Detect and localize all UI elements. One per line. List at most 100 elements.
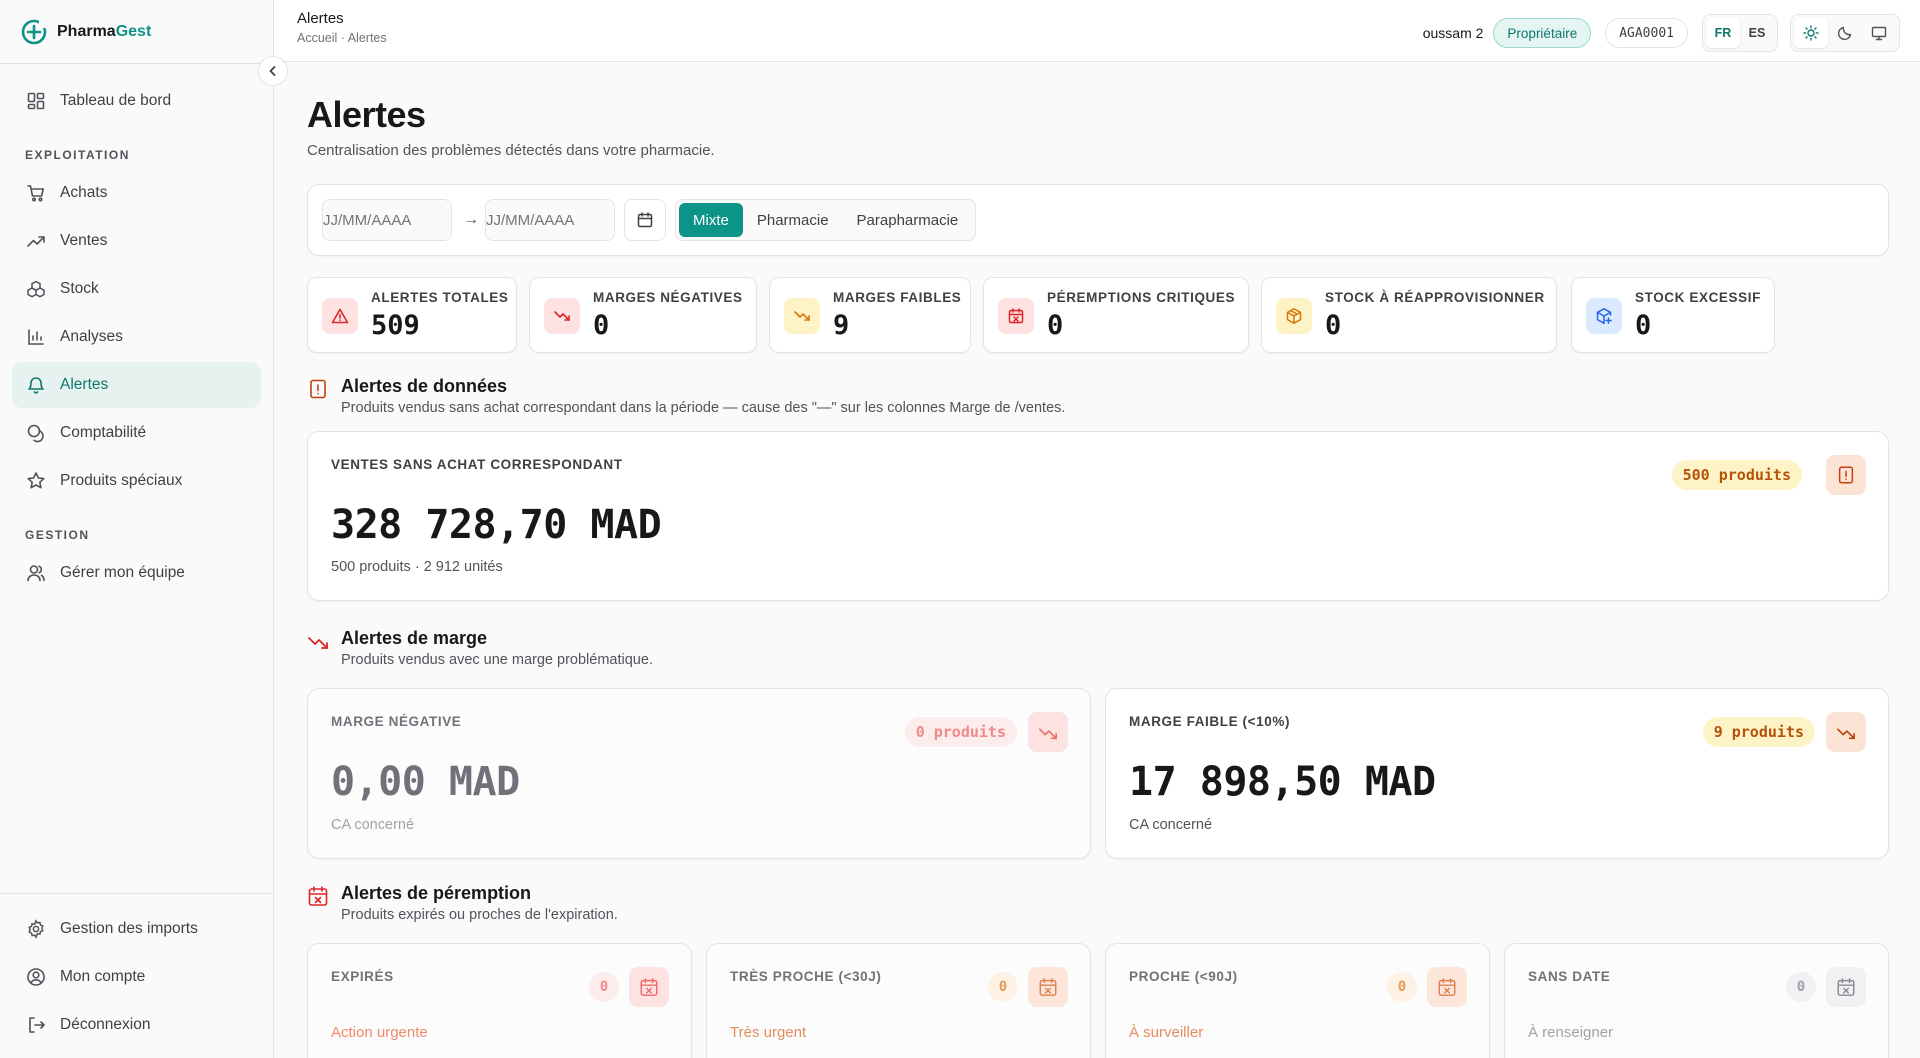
bell-icon — [26, 375, 46, 395]
lang-es-button[interactable]: ES — [1740, 18, 1774, 48]
stat-label: ALERTES TOTALES — [371, 290, 509, 305]
card-label: SANS DATE — [1528, 969, 1611, 984]
sidebar-item-gestion-des-imports[interactable]: Gestion des imports — [12, 906, 261, 952]
calendar-x-icon — [1427, 967, 1467, 1007]
stat-value: 0 — [593, 310, 610, 341]
sidebar-item-deconnexion[interactable]: Déconnexion — [12, 1002, 261, 1048]
products-count-badge: 500 produits — [1671, 460, 1802, 490]
stat-label: STOCK À RÉAPPROVISIONNER — [1325, 290, 1545, 305]
trending-up-icon — [26, 231, 46, 251]
type-parapharmacie-button[interactable]: Parapharmacie — [843, 203, 973, 237]
sidebar-item-alertes[interactable]: Alertes — [12, 362, 261, 408]
stat-card-stock-a-reapprovisionner[interactable]: STOCK À RÉAPPROVISIONNER 0 — [1261, 277, 1557, 353]
stat-label: MARGES NÉGATIVES — [593, 290, 743, 305]
sidebar-item-label: Gestion des imports — [60, 920, 198, 937]
count-badge: 0 — [1786, 972, 1816, 1002]
card-label: MARGE NÉGATIVE — [331, 714, 462, 729]
sidebar-item-achats[interactable]: Achats — [12, 170, 261, 216]
sidebar-item-comptabilite[interactable]: Comptabilité — [12, 410, 261, 456]
type-mixte-button[interactable]: Mixte — [679, 203, 743, 237]
role-badge: Propriétaire — [1493, 18, 1592, 48]
sidebar-item-mon-compte[interactable]: Mon compte — [12, 954, 261, 1000]
section-description: Produits vendus sans achat correspondant… — [341, 400, 1066, 416]
trending-down-icon — [307, 630, 329, 652]
sidebar-item-label: Déconnexion — [60, 1016, 151, 1033]
stat-label: MARGES FAIBLES — [833, 290, 962, 305]
card-label: EXPIRÉS — [331, 969, 394, 984]
card-proche[interactable]: PROCHE (<90J) 0 À surveiller — [1105, 943, 1490, 1058]
sidebar-item-label: Tableau de bord — [60, 92, 172, 109]
theme-light-button[interactable] — [1794, 18, 1828, 48]
dashboard-icon — [26, 91, 46, 111]
sidebar-item-produits-speciaux[interactable]: Produits spéciaux — [12, 458, 261, 504]
stat-card-alertes-totales[interactable]: ALERTES TOTALES 509 — [307, 277, 517, 353]
trending-down-icon — [1826, 712, 1866, 752]
card-tres-proche[interactable]: TRÈS PROCHE (<30J) 0 Très urgent — [706, 943, 1091, 1058]
card-sans-date[interactable]: SANS DATE 0 À renseigner — [1504, 943, 1889, 1058]
count-badge: 0 — [988, 972, 1018, 1002]
card-marge-faible[interactable]: MARGE FAIBLE (<10%) 9 produits 17 898,50… — [1105, 688, 1889, 859]
stat-card-marges-faibles[interactable]: MARGES FAIBLES 9 — [769, 277, 971, 353]
section-description: Produits vendus avec une marge problémat… — [341, 652, 653, 668]
moon-icon — [1837, 25, 1853, 41]
card-ventes-sans-achat[interactable]: VENTES SANS ACHAT CORRESPONDANT 500 prod… — [307, 431, 1889, 601]
trending-down-icon — [784, 298, 820, 334]
topbar-title: Alertes — [297, 10, 344, 27]
coins-icon — [26, 423, 46, 443]
calendar-x-icon — [307, 885, 329, 907]
calendar-x-icon — [629, 967, 669, 1007]
sidebar-item-label: Gérer mon équipe — [60, 564, 185, 581]
date-from-input[interactable] — [322, 199, 452, 241]
theme-system-button[interactable] — [1862, 18, 1896, 48]
sun-icon — [1803, 25, 1819, 41]
card-label: MARGE FAIBLE (<10%) — [1129, 714, 1291, 729]
card-expires[interactable]: EXPIRÉS 0 Action urgente — [307, 943, 692, 1058]
logout-icon — [26, 1015, 46, 1035]
card-label: PROCHE (<90J) — [1129, 969, 1238, 984]
bar-chart-icon — [26, 327, 46, 347]
page-title: Alertes — [307, 94, 426, 135]
card-label: TRÈS PROCHE (<30J) — [730, 969, 882, 984]
card-subtext: CA concerné — [331, 817, 415, 833]
date-to-input[interactable] — [485, 199, 615, 241]
topbar-right: oussam 2 Propriétaire AGA0001 FR ES — [1423, 14, 1900, 52]
collapse-sidebar-button[interactable] — [258, 56, 288, 86]
card-amount: 17 898,50 MAD — [1129, 759, 1436, 805]
gear-icon — [26, 919, 46, 939]
stat-card-stock-excessif[interactable]: STOCK EXCESSIF 0 — [1571, 277, 1775, 353]
package-plus-icon — [1586, 298, 1622, 334]
breadcrumb[interactable]: Accueil · Alertes — [297, 31, 387, 45]
brand-name: PharmaGest — [57, 22, 152, 40]
card-marge-negative[interactable]: MARGE NÉGATIVE 0 produits 0,00 MAD CA co… — [307, 688, 1091, 859]
stat-label: PÉREMPTIONS CRITIQUES — [1047, 290, 1236, 305]
sidebar-item-gerer-mon-equipe[interactable]: Gérer mon équipe — [12, 550, 261, 596]
date-range-arrow: → — [463, 211, 479, 228]
brand[interactable]: PharmaGest — [0, 0, 273, 64]
sidebar-item-label: Comptabilité — [60, 424, 147, 441]
stat-card-marges-negatives[interactable]: MARGES NÉGATIVES 0 — [529, 277, 757, 353]
sidebar-item-label: Stock — [60, 280, 99, 297]
sidebar-item-stock[interactable]: Stock — [12, 266, 261, 312]
type-pharmacie-button[interactable]: Pharmacie — [743, 203, 843, 237]
card-subtext: 500 produits · 2 912 unités — [331, 559, 503, 575]
nav-section-exploitation: EXPLOITATION — [25, 148, 130, 162]
section-description: Produits expirés ou proches de l'expirat… — [341, 907, 618, 923]
trending-down-icon — [544, 298, 580, 334]
monitor-icon — [1871, 25, 1887, 41]
lang-fr-button[interactable]: FR — [1706, 18, 1740, 48]
stat-value: 0 — [1047, 310, 1064, 341]
pharmacy-logo-icon — [20, 18, 48, 46]
stat-card-peremptions-critiques[interactable]: PÉREMPTIONS CRITIQUES 0 — [983, 277, 1249, 353]
section-title: Alertes de marge — [341, 628, 488, 648]
card-hint: À surveiller — [1129, 1024, 1204, 1041]
theme-dark-button[interactable] — [1828, 18, 1862, 48]
section-title: Alertes de données — [341, 376, 508, 396]
sidebar-item-analyses[interactable]: Analyses — [12, 314, 261, 360]
sidebar-item-ventes[interactable]: Ventes — [12, 218, 261, 264]
calendar-button[interactable] — [624, 199, 666, 241]
stat-value: 0 — [1325, 310, 1342, 341]
products-count-badge: 9 produits — [1702, 717, 1815, 747]
alert-square-icon — [1826, 455, 1866, 495]
sidebar-item-tableau-de-bord[interactable]: Tableau de bord — [12, 78, 261, 124]
count-badge: 0 — [1387, 972, 1417, 1002]
